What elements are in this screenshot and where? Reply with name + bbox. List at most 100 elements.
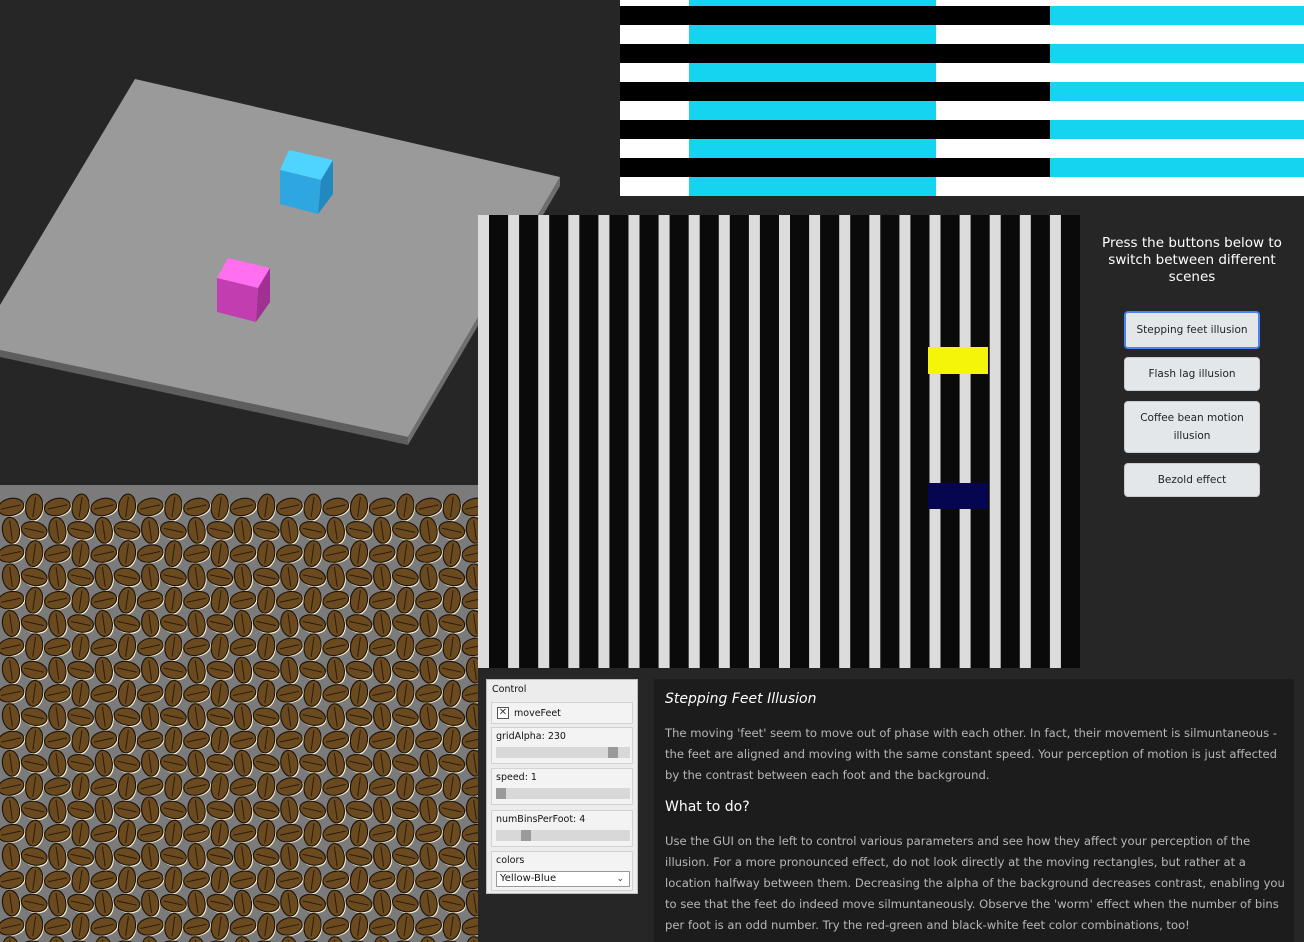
speed-slider[interactable] [496, 788, 630, 799]
coffee-bean [0, 590, 26, 610]
grid-stripe [809, 215, 821, 668]
coffee-bean [164, 540, 184, 568]
coffee-bean [303, 633, 323, 662]
coffee-bean [90, 917, 119, 937]
coffee-bean [206, 800, 234, 821]
coffee-bean [113, 660, 141, 681]
coffee-bean [345, 847, 373, 867]
coffee-bean [117, 912, 137, 941]
coffee-bean [461, 917, 478, 937]
coffee-bean [164, 773, 184, 801]
coffee-bean [345, 893, 373, 914]
coffee-bean [160, 893, 188, 914]
coffee-bean [326, 563, 346, 591]
coffee-bean [206, 754, 234, 774]
coffee-bean [276, 497, 304, 517]
grid-stripe [508, 215, 520, 668]
coffee-bean [20, 614, 49, 634]
pink-cube [217, 258, 270, 322]
coffee-bean [113, 800, 141, 821]
coffee-bean [438, 567, 466, 588]
coffee-bean [465, 936, 478, 942]
coffee-bean [442, 866, 462, 895]
num-bins-slider-thumb[interactable] [521, 830, 531, 841]
coffee-bean [183, 544, 211, 564]
coffee-bean [419, 843, 439, 871]
coffee-bean [373, 889, 393, 918]
grid-stripe [748, 215, 760, 668]
coffee-bean-panel [0, 485, 478, 942]
coffee-bean [349, 773, 369, 801]
flash-lag-button[interactable]: Flash lag illusion [1124, 357, 1260, 391]
grid-stripe [1049, 215, 1061, 668]
coffee-bean [1, 656, 22, 685]
coffee-bean [1, 563, 22, 591]
coffee-bean [183, 870, 211, 890]
stepping-feet-button[interactable]: Stepping feet illusion [1124, 311, 1260, 349]
coffee-bean [187, 843, 207, 871]
coffee-bean [160, 707, 188, 727]
coffee-bean [210, 679, 230, 708]
description-paragraph-1: The moving 'feet' seem to move out of ph… [665, 726, 1278, 782]
coffee-bean [276, 684, 304, 704]
coffee-bean [257, 819, 276, 848]
description-panel: Stepping Feet Illusion The moving 'feet'… [654, 679, 1294, 942]
coffee-bean [299, 754, 327, 774]
coffee-bean [0, 497, 26, 517]
bezold-effect-panel [620, 0, 1304, 215]
coffee-bean [368, 870, 397, 890]
speed-slider-thumb[interactable] [496, 788, 506, 799]
bezold-cyan-band-right [1050, 82, 1304, 101]
coffee-bean [349, 586, 369, 615]
coffee-bean [141, 796, 161, 824]
coffee-bean [90, 684, 119, 704]
coffee-bean [44, 544, 72, 564]
coffee-bean [419, 749, 439, 778]
grid-stripe [1019, 215, 1031, 668]
coffee-bean [373, 516, 393, 545]
coffee-bean [349, 540, 369, 568]
coffee-bean [257, 540, 276, 568]
move-feet-checkbox[interactable]: ✕ [497, 707, 509, 719]
coffee-bean [0, 917, 26, 937]
coffee-bean [252, 660, 281, 681]
coffee-bean-button[interactable]: Coffee bean motion illusion [1124, 401, 1260, 453]
coffee-bean [71, 633, 91, 662]
grid-alpha-slider[interactable] [496, 747, 630, 758]
coffee-bean [67, 660, 95, 681]
coffee-bean [160, 521, 188, 541]
move-feet-row[interactable]: ✕ moveFeet [491, 702, 633, 724]
coffee-bean [71, 679, 91, 708]
coffee-bean [438, 660, 466, 681]
coffee-bean [25, 773, 44, 801]
coffee-bean [94, 656, 114, 685]
coffee-bean [44, 497, 72, 517]
coffee-bean [461, 544, 478, 564]
coffee-bean [44, 684, 72, 704]
coffee-bean [345, 754, 373, 774]
coffee-bean [206, 660, 234, 681]
colors-select[interactable]: Yellow-Blue ⌄ [496, 871, 630, 887]
grid-alpha-slider-thumb[interactable] [608, 747, 618, 758]
coffee-bean [164, 866, 184, 895]
grid-stripe [658, 215, 670, 668]
coffee-bean [303, 726, 323, 755]
num-bins-slider[interactable] [496, 830, 630, 841]
coffee-bean [164, 726, 184, 755]
coffee-bean [183, 823, 211, 843]
coffee-bean [183, 497, 211, 517]
coffee-bean [233, 889, 254, 918]
coffee-bean-pattern [0, 493, 478, 942]
coffee-bean [461, 684, 478, 704]
bezold-effect-button[interactable]: Bezold effect [1124, 463, 1260, 497]
coffee-bean [252, 847, 281, 867]
bezold-cyan-band-left [689, 101, 936, 120]
coffee-bean [187, 563, 207, 591]
coffee-bean [67, 800, 95, 821]
coffee-bean [299, 660, 327, 681]
coffee-bean [392, 660, 420, 681]
coffee-bean [299, 707, 327, 727]
coffee-bean [233, 843, 254, 871]
coffee-bean [94, 889, 114, 918]
coffee-bean [396, 633, 416, 662]
